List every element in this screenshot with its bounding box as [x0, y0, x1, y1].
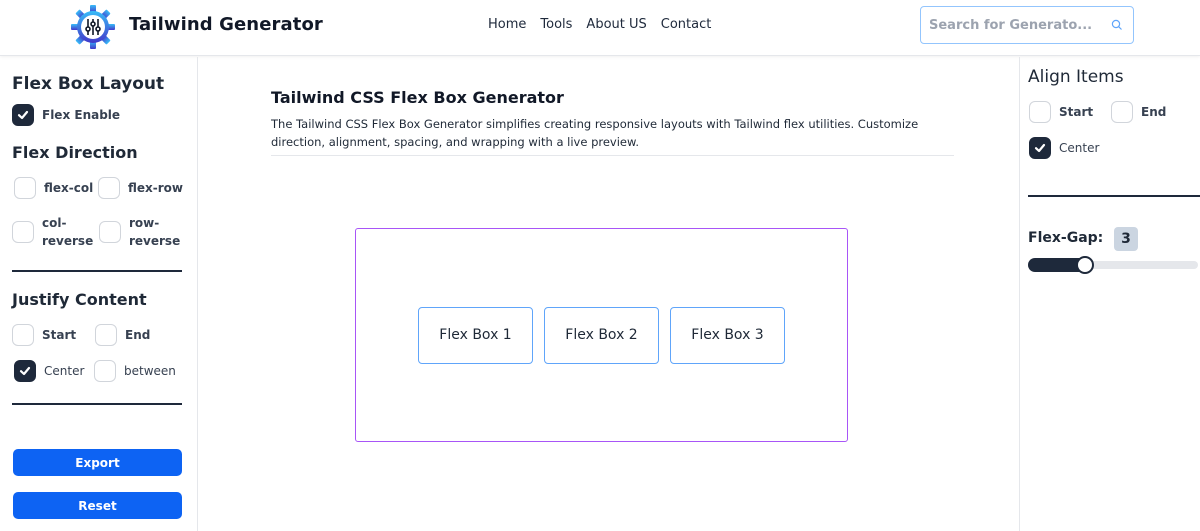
- justify-between-label: between: [124, 364, 176, 378]
- justify-start-label: Start: [42, 328, 77, 342]
- main-nav: Home Tools About US Contact: [488, 17, 711, 32]
- nav-about-us[interactable]: About US: [586, 17, 646, 32]
- justify-content-heading: Justify Content: [12, 290, 147, 309]
- flex-row-label: flex-row: [128, 181, 184, 195]
- nav-home[interactable]: Home: [488, 17, 526, 32]
- flex-gap-value-badge: 3: [1114, 227, 1138, 251]
- checkbox[interactable]: [99, 221, 121, 243]
- col-reverse-line2: reverse: [42, 234, 94, 248]
- flex-enable-checkbox[interactable]: Flex Enable: [12, 104, 120, 126]
- gear-sliders-icon[interactable]: [70, 4, 116, 50]
- flex-preview-container: Flex Box 1 Flex Box 2 Flex Box 3: [355, 228, 848, 442]
- row-reverse-line2: reverse: [129, 234, 181, 248]
- checkbox[interactable]: [12, 324, 34, 346]
- page-description: The Tailwind CSS Flex Box Generator simp…: [271, 117, 919, 149]
- checkbox-checked[interactable]: [12, 104, 34, 126]
- col-reverse-line1: col-: [42, 216, 67, 230]
- justify-between-checkbox[interactable]: between: [94, 360, 176, 382]
- col-reverse-label: col-reverse: [42, 214, 94, 250]
- check-icon: [17, 110, 29, 120]
- checkbox-checked[interactable]: [1029, 137, 1051, 159]
- row-reverse-label: row-reverse: [129, 214, 181, 250]
- checkbox[interactable]: [94, 360, 116, 382]
- flex-gap-slider[interactable]: [1028, 256, 1198, 274]
- justify-end-label: End: [125, 328, 151, 342]
- flex-row-checkbox[interactable]: flex-row: [98, 177, 183, 199]
- checkbox[interactable]: [98, 177, 120, 199]
- align-end-label: End: [1141, 105, 1167, 119]
- checkbox[interactable]: [1029, 101, 1051, 123]
- divider: [1028, 195, 1200, 197]
- slider-thumb[interactable]: [1076, 256, 1094, 274]
- checkbox[interactable]: [95, 324, 117, 346]
- flex-col-checkbox[interactable]: flex-col: [14, 177, 93, 199]
- check-icon: [1034, 143, 1046, 153]
- reset-button[interactable]: Reset: [13, 492, 182, 519]
- align-items-heading: Align Items: [1028, 67, 1124, 87]
- align-start-checkbox[interactable]: Start: [1029, 101, 1093, 123]
- justify-center-label: Center: [44, 364, 85, 378]
- checkbox-checked[interactable]: [14, 360, 36, 382]
- flex-box-layout-heading: Flex Box Layout: [12, 74, 165, 94]
- search-input[interactable]: [929, 17, 1099, 33]
- flex-box-item: Flex Box 3: [670, 306, 785, 364]
- align-start-label: Start: [1059, 105, 1094, 119]
- left-sidebar: Flex Box Layout Flex Enable Flex Directi…: [0, 57, 198, 531]
- divider: [271, 155, 954, 156]
- checkbox[interactable]: [14, 177, 36, 199]
- align-center-checkbox[interactable]: Center: [1029, 137, 1099, 159]
- search-icon[interactable]: [1111, 19, 1123, 31]
- row-reverse-checkbox[interactable]: row-reverse: [99, 214, 181, 250]
- align-end-checkbox[interactable]: End: [1111, 101, 1166, 123]
- nav-contact[interactable]: Contact: [661, 17, 712, 32]
- page-title: Tailwind CSS Flex Box Generator: [271, 88, 564, 107]
- justify-center-checkbox[interactable]: Center: [14, 360, 84, 382]
- col-reverse-checkbox[interactable]: col-reverse: [12, 214, 94, 250]
- check-icon: [19, 366, 31, 376]
- divider: [12, 270, 182, 272]
- row-reverse-line1: row-: [129, 216, 160, 230]
- flex-box-item: Flex Box 1: [418, 306, 533, 364]
- right-sidebar: Align Items Start End Center: [1019, 57, 1200, 531]
- checkbox[interactable]: [12, 221, 34, 243]
- justify-start-checkbox[interactable]: Start: [12, 324, 76, 346]
- align-center-label: Center: [1059, 141, 1100, 155]
- flex-enable-label: Flex Enable: [42, 108, 121, 122]
- header: Tailwind Generator Home Tools About US C…: [0, 0, 1200, 56]
- flex-gap-label: Flex-Gap:: [1028, 230, 1104, 246]
- flex-box-item: Flex Box 2: [544, 306, 659, 364]
- search-box: [920, 6, 1134, 44]
- divider: [12, 403, 182, 405]
- export-button[interactable]: Export: [13, 449, 182, 476]
- flex-direction-heading: Flex Direction: [12, 143, 138, 162]
- flex-col-label: flex-col: [44, 181, 94, 195]
- nav-tools[interactable]: Tools: [540, 17, 572, 32]
- brand-name[interactable]: Tailwind Generator: [129, 14, 323, 35]
- justify-end-checkbox[interactable]: End: [95, 324, 150, 346]
- checkbox[interactable]: [1111, 101, 1133, 123]
